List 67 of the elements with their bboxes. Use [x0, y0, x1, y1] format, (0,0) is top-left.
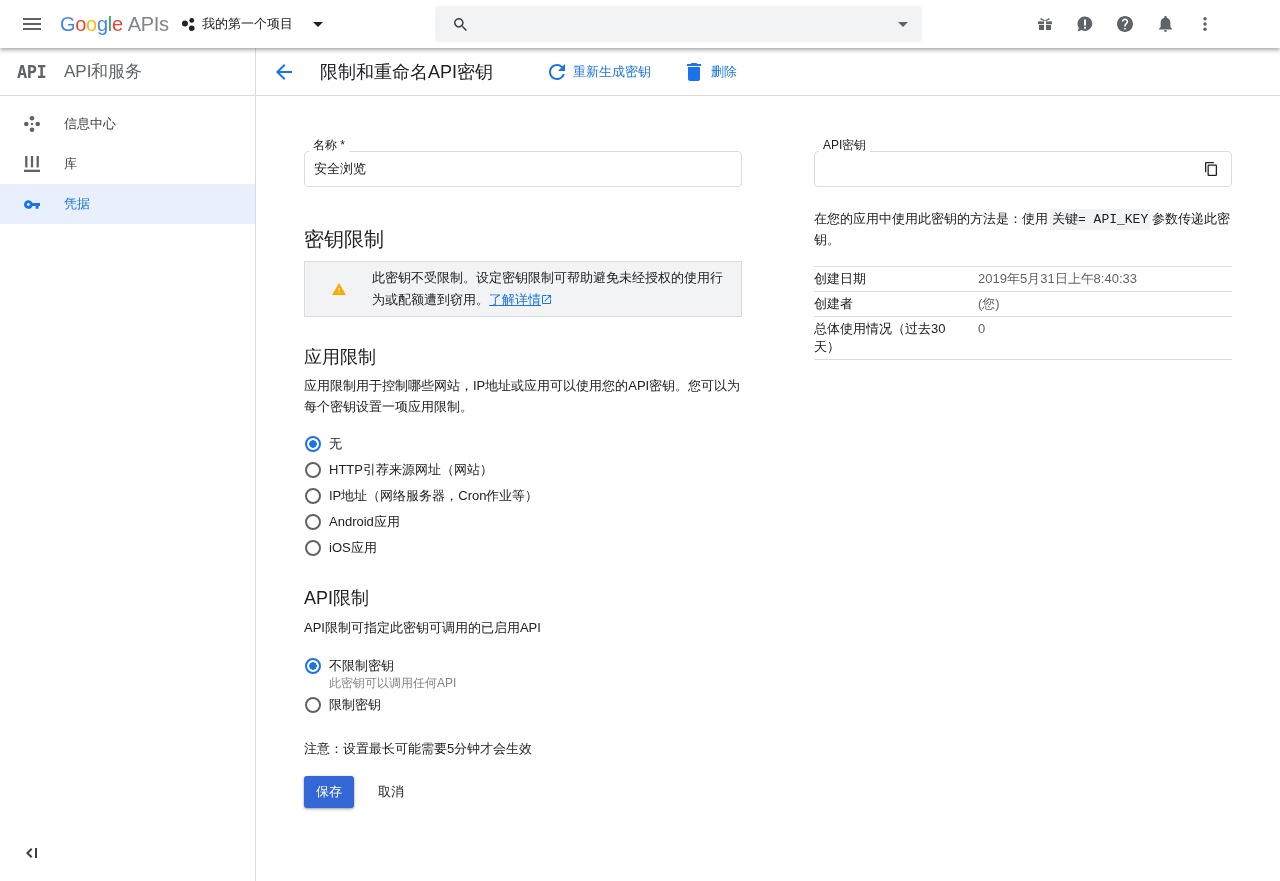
caret-icon	[312, 21, 323, 27]
page-title: 限制和重命名API密钥	[320, 60, 493, 84]
copy-icon[interactable]	[1205, 162, 1217, 176]
dots-cluster-icon	[181, 17, 195, 31]
option-label: Android应用	[329, 513, 400, 531]
section-heading: 应用限制	[304, 346, 377, 369]
search-icon	[454, 17, 467, 31]
columns-icon	[24, 156, 40, 172]
section-description: API限制可指定此密钥可调用的已启用API	[304, 619, 542, 637]
delete-button[interactable]: 删除	[679, 56, 745, 87]
menu-icon[interactable]	[23, 18, 41, 30]
radio-button[interactable]	[305, 540, 321, 556]
detail-label: 创建日期	[814, 270, 867, 288]
collapse-icon[interactable]	[26, 848, 37, 858]
project-selector[interactable]: 我的第一个项目	[181, 15, 323, 33]
caret-icon[interactable]	[898, 21, 908, 27]
option-label: 限制密钥	[329, 696, 381, 714]
feedback-icon[interactable]	[1077, 16, 1093, 32]
learn-more-link[interactable]: 了解详情	[489, 292, 551, 307]
nav-item[interactable]: 库	[0, 144, 255, 184]
field-label: API密钥	[819, 138, 871, 152]
option-label: iOS应用	[329, 539, 377, 557]
diamond-dots-icon	[24, 116, 40, 132]
radio-button[interactable]	[305, 658, 321, 674]
warning-icon	[332, 283, 346, 295]
option-label: HTTP引荐来源网址（网站）	[329, 461, 493, 479]
api-logo: API	[17, 61, 48, 82]
nav-item[interactable]: 凭据	[0, 184, 255, 224]
note-text: 注意：设置最长可能需要5分钟才会生效	[304, 740, 534, 758]
search-field[interactable]	[435, 6, 922, 42]
nav-item[interactable]: 信息中心	[0, 104, 255, 144]
save-button[interactable]: 保存	[304, 776, 354, 808]
option-hint: 此密钥可以调用任何API	[329, 675, 458, 692]
radio-button[interactable]	[305, 514, 321, 530]
option-label: 无	[329, 435, 342, 453]
field-label: 名称 *	[309, 138, 349, 152]
section-heading: 密钥限制	[304, 227, 385, 252]
api-key-field[interactable]	[814, 151, 1232, 187]
refresh-icon	[549, 63, 565, 80]
external-link-icon	[542, 295, 551, 304]
cancel-button[interactable]: 取消	[370, 776, 412, 808]
regenerate-button[interactable]: 重新生成密钥	[541, 56, 659, 87]
logo-text[interactable]: Google APIs	[60, 12, 169, 36]
option-label: IP地址（网络服务器，Cron作业等）	[329, 487, 539, 505]
section-heading: API限制	[304, 587, 370, 610]
radio-button[interactable]	[305, 436, 321, 452]
radio-button[interactable]	[305, 697, 321, 713]
help-icon[interactable]	[1117, 16, 1133, 32]
name-input[interactable]: 安全浏览	[304, 151, 742, 187]
more-icon[interactable]	[1203, 17, 1207, 31]
warning-text: 此密钥不受限制。设定密钥限制可帮助避免未经授权的使用行为或配额遭到窃用。了解详情	[372, 269, 724, 309]
usage-text: 在您的应用中使用此密钥的方法是：使用 关键= API_KEY 参数传递此密钥。	[814, 209, 1232, 249]
bell-icon[interactable]	[1158, 16, 1172, 32]
section-title: API和服务	[64, 61, 143, 83]
trash-icon	[687, 62, 701, 81]
detail-label: 总体使用情况（过去30天）	[814, 320, 947, 356]
back-arrow-icon[interactable]	[276, 63, 292, 80]
section-description: 应用限制用于控制哪些网站，IP地址或应用可以使用您的API密钥。您可以为每个密钥设置一项应用限制。	[304, 377, 742, 416]
detail-value: 0	[978, 320, 987, 338]
detail-value: 2019年5月31日上午8:40:33	[978, 270, 1138, 288]
detail-label: 创建者	[814, 295, 854, 313]
detail-value: (您)	[978, 295, 1001, 313]
key-icon	[24, 199, 40, 209]
radio-button[interactable]	[305, 462, 321, 478]
gift-icon[interactable]	[1038, 18, 1052, 30]
option-label: 不限制密钥	[329, 657, 394, 675]
radio-button[interactable]	[305, 488, 321, 504]
